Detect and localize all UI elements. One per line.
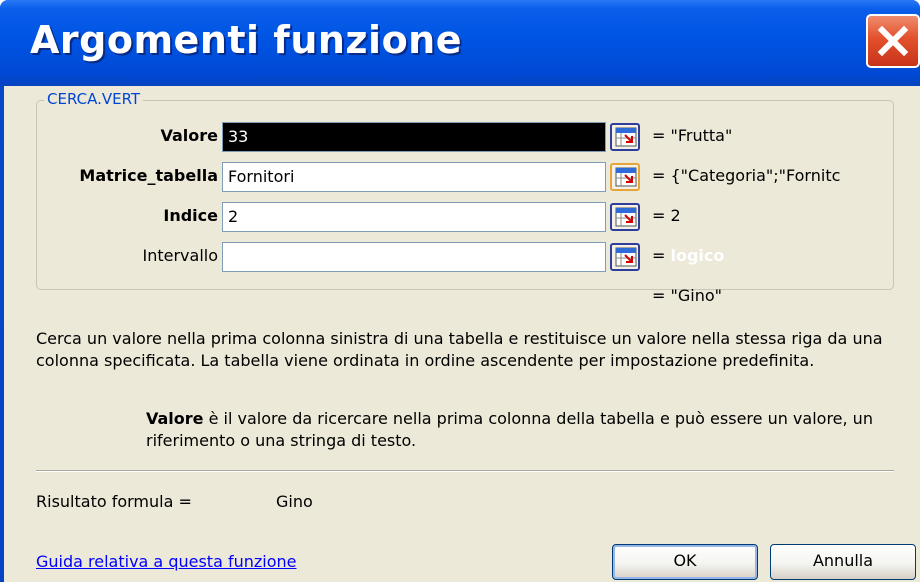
dialog-body: CERCA.VERT Valore 33 = "Frutta" Matrice_… <box>4 86 920 582</box>
argument-help-name: Valore <box>146 409 204 428</box>
formula-result-label: Risultato formula = <box>36 492 192 511</box>
argument-help-text: è il valore da ricercare nella prima col… <box>146 409 873 450</box>
argument-row-valore: Valore 33 = "Frutta" <box>4 122 920 152</box>
title-bar[interactable]: Argomenti funzione <box>0 0 920 86</box>
collapse-dialog-icon <box>615 127 637 147</box>
dialog-title: Argomenti funzione <box>30 18 463 62</box>
argument-preview-equals: = <box>652 246 666 265</box>
range-picker-button-valore[interactable] <box>610 123 640 151</box>
argument-preview-indice: = 2 <box>652 206 681 225</box>
function-description: Cerca un valore nella prima colonna sini… <box>36 329 883 370</box>
argument-preview-matrice-tabella: = {"Categoria";"Fornitc <box>652 166 841 185</box>
close-x-icon <box>877 25 909 57</box>
argument-help: Valore è il valore da ricercare nella pr… <box>146 408 886 452</box>
argument-row-indice: Indice 2 = 2 <box>4 202 920 232</box>
ok-button[interactable]: OK <box>612 544 758 580</box>
argument-label-matrice-tabella: Matrice_tabella <box>79 166 218 185</box>
argument-row-matrice-tabella: Matrice_tabella Fornitori = {"Categoria"… <box>4 162 920 192</box>
argument-label-intervallo: Intervallo <box>142 246 218 265</box>
range-picker-button-indice[interactable] <box>610 203 640 231</box>
argument-input-intervallo[interactable] <box>222 242 606 272</box>
argument-preview-intervallo: = logico <box>652 246 882 265</box>
argument-type-hint: logico <box>670 246 725 265</box>
cancel-button[interactable]: Annulla <box>770 544 916 580</box>
range-picker-button-matrice-tabella[interactable] <box>610 163 640 191</box>
range-picker-button-intervallo[interactable] <box>610 243 640 271</box>
function-result-preview: = "Gino" <box>652 286 722 305</box>
argument-row-intervallo: Intervallo = logico <box>4 242 920 272</box>
separator <box>36 470 894 472</box>
argument-label-indice: Indice <box>163 206 218 225</box>
collapse-dialog-icon <box>615 167 637 187</box>
argument-label-valore: Valore <box>160 126 218 145</box>
formula-result-value: Gino <box>276 492 313 511</box>
collapse-dialog-icon <box>615 247 637 267</box>
dialog-window: Argomenti funzione CERCA.VERT Valore 33 <box>0 0 920 582</box>
argument-input-valore[interactable]: 33 <box>222 122 606 152</box>
help-link[interactable]: Guida relativa a questa funzione <box>36 552 297 571</box>
argument-input-indice[interactable]: 2 <box>222 202 606 232</box>
argument-preview-valore: = "Frutta" <box>652 126 733 145</box>
close-button[interactable] <box>866 14 920 68</box>
argument-input-matrice-tabella[interactable]: Fornitori <box>222 162 606 192</box>
collapse-dialog-icon <box>615 207 637 227</box>
function-name-label: CERCA.VERT <box>44 90 144 108</box>
